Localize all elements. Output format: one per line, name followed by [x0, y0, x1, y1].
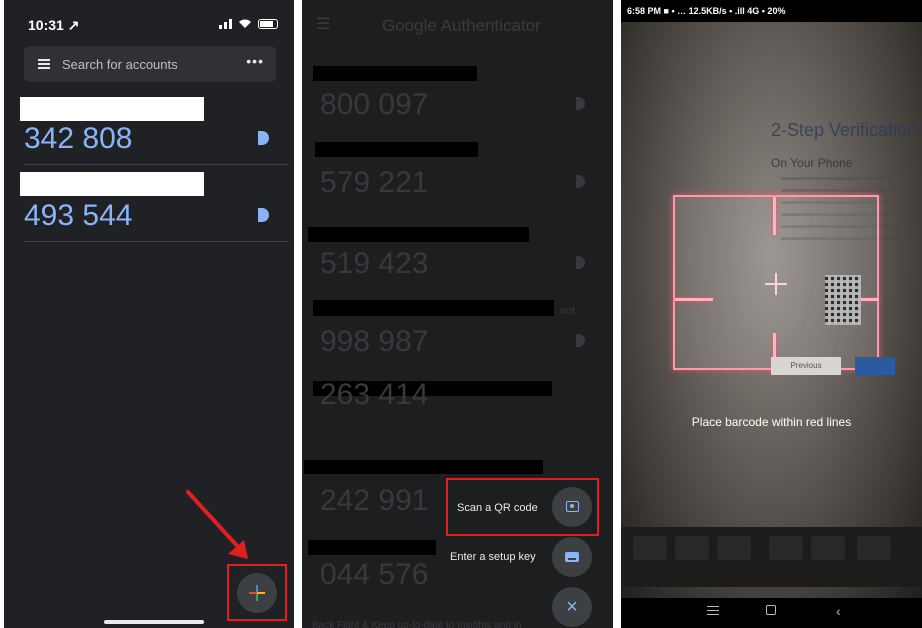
recent-apps-icon[interactable]	[707, 606, 719, 615]
footer-text: Back Fight & Keep up-to-date to Insights…	[312, 620, 522, 628]
guide-line	[675, 298, 713, 301]
android-status-bar: 6:58 PM ■ • … 12.5KB/s • .ill 4G • 20%	[621, 0, 922, 22]
keyboard-key	[811, 536, 845, 560]
redacted-account-name	[20, 97, 204, 121]
wifi-icon	[239, 19, 251, 28]
guide-line	[773, 197, 776, 235]
app-title: Google Authenticator	[382, 16, 541, 35]
next-button	[855, 357, 895, 375]
arrow-annotation-icon	[186, 490, 248, 559]
authenticator-home-screen: 10:31 ↗ Search for accounts ••• 342 808 …	[4, 0, 294, 628]
countdown-timer-icon	[576, 334, 585, 347]
barcode-scanner-screen: 6:58 PM ■ • … 12.5KB/s • .ill 4G • 20% 2…	[621, 0, 922, 628]
signal-icon	[219, 18, 232, 29]
status-time: 10:31 ↗	[28, 17, 80, 33]
previous-button: Previous	[771, 357, 841, 375]
crosshair-icon	[765, 283, 787, 285]
account-code: 044 576	[320, 558, 429, 591]
divider	[24, 164, 289, 165]
countdown-timer-icon	[258, 131, 269, 145]
account-code: 519 423	[320, 247, 429, 280]
close-icon: ×	[566, 596, 578, 618]
close-menu-button[interactable]: ×	[552, 587, 592, 627]
keyboard-key	[857, 536, 891, 560]
home-icon[interactable]	[766, 605, 776, 615]
account-code: 242 991	[320, 484, 429, 517]
camera-icon	[566, 501, 579, 512]
scan-qr-label[interactable]: Scan a QR code	[457, 502, 538, 514]
redacted-account-name	[313, 300, 554, 316]
divider	[24, 241, 289, 242]
menu-icon: ☰	[316, 16, 331, 33]
countdown-timer-icon	[576, 256, 585, 269]
account-code: 998 987	[320, 325, 429, 358]
account-code: 800 097	[320, 88, 429, 121]
account-code[interactable]: 342 808	[24, 122, 132, 156]
back-icon[interactable]: ‹	[836, 603, 841, 619]
stray-text: not	[560, 305, 576, 317]
keyboard-key	[633, 536, 667, 560]
redacted-account-name	[315, 142, 478, 157]
scan-qr-button[interactable]	[552, 487, 592, 527]
add-account-button[interactable]	[237, 573, 277, 613]
account-code: 263 414	[320, 378, 429, 411]
countdown-timer-icon	[576, 175, 585, 188]
search-placeholder[interactable]: Search for accounts	[62, 57, 178, 72]
redacted-account-name	[20, 172, 204, 196]
countdown-timer-icon	[258, 208, 269, 222]
scan-frame: Previous	[673, 195, 895, 375]
battery-icon	[258, 18, 278, 29]
countdown-timer-icon	[576, 97, 585, 110]
home-indicator[interactable]	[104, 620, 204, 624]
setup-key-label[interactable]: Enter a setup key	[450, 551, 536, 563]
keyboard-key	[675, 536, 709, 560]
document-title: 2-Step Verification	[771, 120, 918, 140]
camera-viewfinder: 2-Step Verification On Your Phone Previo…	[621, 22, 922, 606]
status-icons	[219, 18, 278, 29]
account-code[interactable]: 493 544	[24, 199, 132, 233]
hamburger-menu-icon[interactable]	[38, 59, 50, 69]
redacted-account-name	[304, 460, 543, 474]
redacted-account-name	[308, 227, 529, 242]
redacted-account-name	[308, 540, 436, 555]
redacted-account-name	[313, 66, 477, 81]
keyboard-key	[717, 536, 751, 560]
account-code: 579 221	[320, 166, 429, 199]
document-subtitle: On Your Phone	[771, 156, 853, 170]
keyboard-icon	[565, 552, 579, 562]
search-bar[interactable]: Search for accounts •••	[24, 46, 276, 82]
add-account-menu-screen: ☰ Google Authenticator 800 097 579 221 5…	[302, 0, 613, 628]
setup-key-button[interactable]	[552, 537, 592, 577]
more-options-icon[interactable]: •••	[246, 53, 264, 69]
scanner-hint: Place barcode within red lines	[691, 415, 852, 429]
qr-code-pattern	[825, 275, 861, 325]
keyboard-key	[769, 536, 803, 560]
